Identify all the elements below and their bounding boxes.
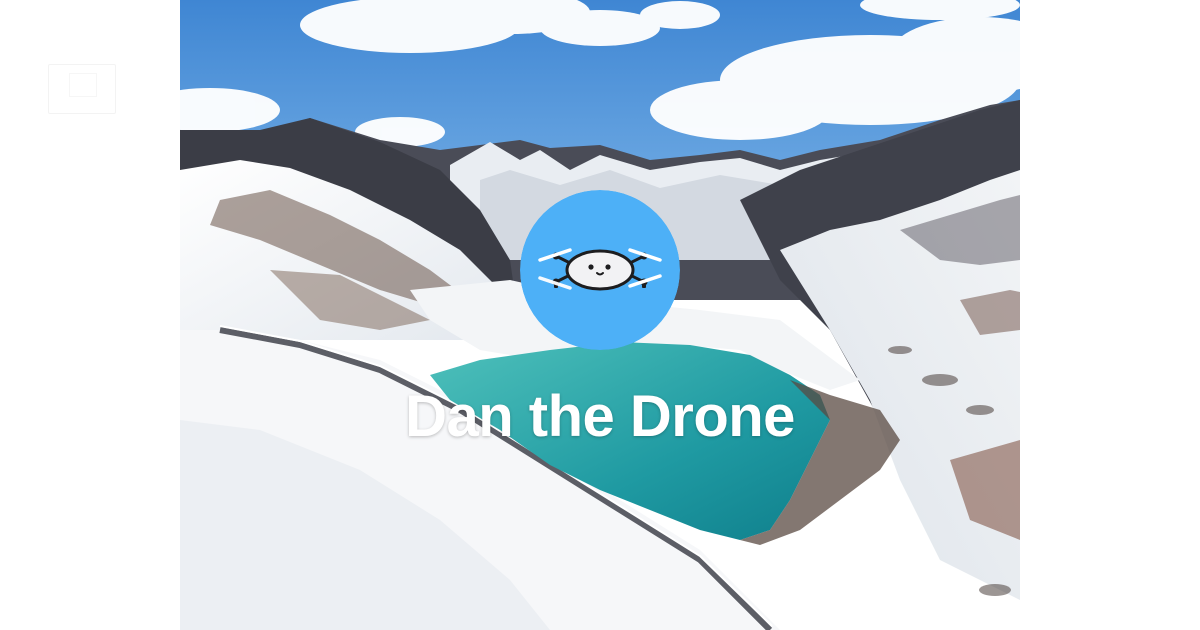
hero-image: Dan the Drone [180,0,1020,630]
site-title: Dan the Drone [405,384,795,449]
drone-mascot-icon [520,190,680,350]
drone-mascot-logo [520,190,680,350]
placeholder-frame [48,64,116,114]
page: Dan the Drone [0,0,1200,630]
placeholder-inner [69,73,97,97]
